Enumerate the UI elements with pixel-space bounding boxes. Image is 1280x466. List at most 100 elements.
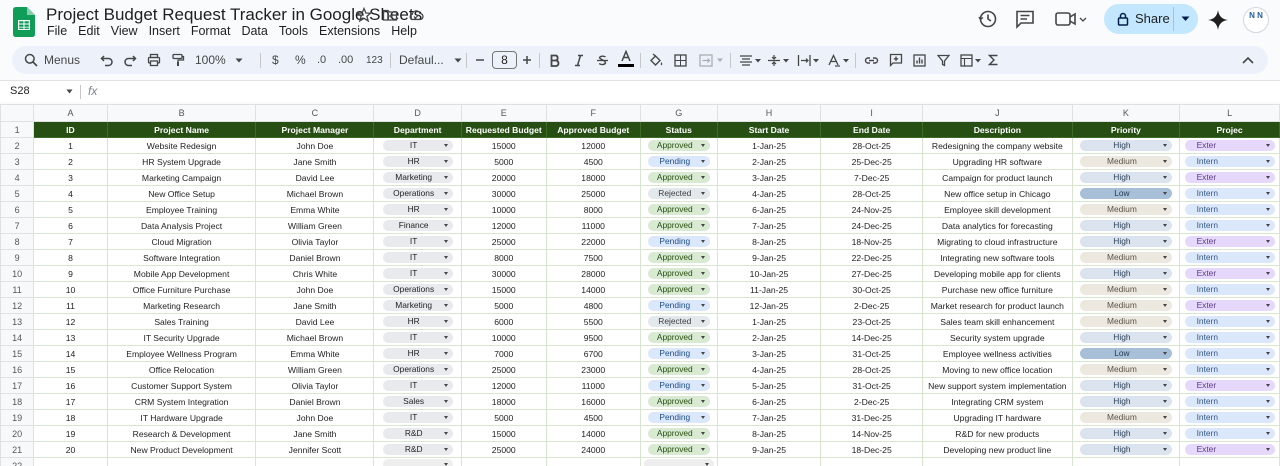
cell[interactable]: 16000 — [545, 393, 641, 410]
cell[interactable]: Approved — [639, 441, 718, 458]
type-dropdown-chip[interactable]: Intern — [1184, 412, 1275, 423]
strikethrough-button[interactable] — [596, 52, 609, 68]
row-header[interactable]: 19 — [0, 409, 35, 426]
column-header-i[interactable]: I — [820, 104, 923, 122]
cell[interactable]: Approved — [639, 281, 718, 298]
cell[interactable]: IT — [373, 137, 462, 154]
cell[interactable]: John Doe — [255, 137, 375, 154]
column-header-d[interactable]: D — [373, 104, 462, 122]
cell[interactable]: 5500 — [545, 313, 641, 330]
cell[interactable]: CRM System Integration — [106, 393, 257, 410]
priority-dropdown-chip[interactable]: High — [1079, 396, 1172, 407]
row-header[interactable]: 16 — [0, 361, 35, 378]
font-select[interactable]: Defaul... — [399, 52, 462, 68]
cell[interactable]: 2-Jan-25 — [716, 329, 822, 346]
cell[interactable]: 7 — [33, 233, 108, 250]
cell[interactable]: IT Security Upgrade — [106, 329, 257, 346]
zoom-select[interactable]: 100% — [195, 52, 243, 68]
text-color-button[interactable] — [618, 50, 634, 70]
cell[interactable]: High — [1071, 441, 1181, 458]
cell[interactable]: High — [1071, 265, 1181, 282]
cell[interactable]: Intern — [1179, 249, 1280, 266]
status-dropdown-chip[interactable]: Approved — [647, 252, 710, 263]
row-header[interactable]: 14 — [0, 329, 35, 346]
menu-tools[interactable]: Tools — [278, 24, 314, 38]
name-box[interactable]: S28 — [10, 85, 30, 97]
cell[interactable]: 4800 — [545, 297, 641, 314]
insert-link-button[interactable] — [864, 52, 879, 68]
priority-dropdown-chip[interactable]: Medium — [1079, 156, 1172, 167]
header-cell[interactable]: Requested Budget — [460, 121, 547, 138]
cell[interactable]: IT — [373, 249, 462, 266]
cell[interactable]: 30000 — [460, 185, 547, 202]
cell[interactable]: 9-Jan-25 — [716, 441, 822, 458]
cell[interactable] — [1071, 457, 1181, 466]
fill-color-button[interactable] — [649, 52, 664, 68]
cell[interactable]: 12000 — [460, 377, 547, 394]
share-button[interactable]: Share — [1104, 4, 1198, 34]
type-dropdown-chip[interactable]: Exter — [1184, 268, 1275, 279]
cell[interactable]: 2-Dec-25 — [820, 297, 923, 314]
dept-dropdown-chip[interactable]: HR — [382, 156, 453, 167]
borders-button[interactable] — [674, 52, 687, 68]
cell[interactable]: 1-Jan-25 — [716, 137, 822, 154]
cell[interactable] — [716, 457, 822, 466]
cell[interactable]: Intern — [1179, 313, 1280, 330]
type-dropdown-chip[interactable]: Intern — [1184, 332, 1275, 343]
status-dropdown-chip[interactable]: Approved — [647, 268, 710, 279]
cell[interactable]: 31-Dec-25 — [820, 409, 923, 426]
insert-comment-button[interactable] — [889, 52, 903, 68]
dept-dropdown-chip[interactable]: Finance — [382, 220, 453, 231]
cell[interactable]: Developing mobile app for clients — [922, 265, 1073, 282]
vertical-align-button[interactable] — [767, 52, 791, 68]
cell[interactable]: Emma White — [255, 345, 375, 362]
cell[interactable]: 3-Jan-25 — [716, 169, 822, 186]
menu-help[interactable]: Help — [390, 24, 423, 38]
text-rotation-button[interactable] — [827, 52, 851, 68]
cell[interactable]: Upgrading IT hardware — [922, 409, 1073, 426]
cell[interactable]: Pending — [639, 233, 718, 250]
cell[interactable]: HR — [373, 313, 462, 330]
cell[interactable]: Security system upgrade — [922, 329, 1073, 346]
cell[interactable]: Approved — [639, 265, 718, 282]
cell[interactable]: Medium — [1071, 153, 1181, 170]
row-header[interactable]: 20 — [0, 425, 35, 442]
cell[interactable]: 5000 — [460, 409, 547, 426]
cell[interactable]: Intern — [1179, 217, 1280, 234]
status-dropdown-chip[interactable]: Approved — [647, 172, 710, 183]
cell[interactable]: Integrating CRM system — [922, 393, 1073, 410]
priority-dropdown-chip[interactable]: High — [1079, 380, 1172, 391]
row-header[interactable]: 8 — [0, 233, 35, 250]
dept-dropdown-chip[interactable]: R&D — [382, 428, 453, 439]
dept-dropdown-chip[interactable]: IT — [382, 252, 453, 263]
cell[interactable]: 5 — [33, 201, 108, 218]
cell[interactable]: Medium — [1071, 313, 1181, 330]
cell[interactable]: IT — [373, 377, 462, 394]
cell[interactable]: Jane Smith — [255, 425, 375, 442]
header-cell[interactable]: Project Manager — [255, 121, 375, 138]
menus-search[interactable]: Menus — [24, 52, 80, 68]
cell[interactable]: 19 — [33, 425, 108, 442]
cell[interactable]: 24000 — [545, 441, 641, 458]
column-header-g[interactable]: G — [639, 104, 718, 122]
priority-dropdown-chip[interactable]: High — [1079, 428, 1172, 439]
select-all-corner[interactable] — [0, 104, 35, 122]
dept-dropdown-chip[interactable]: Operations — [382, 364, 453, 375]
type-dropdown-chip[interactable]: Intern — [1184, 428, 1275, 439]
cell[interactable]: Purchase new office furniture — [922, 281, 1073, 298]
status-dropdown-chip[interactable]: Approved — [647, 428, 710, 439]
cell[interactable]: Intern — [1179, 345, 1280, 362]
cell[interactable]: IT — [373, 265, 462, 282]
cell[interactable]: Intern — [1179, 393, 1280, 410]
cell[interactable]: 22-Dec-25 — [820, 249, 923, 266]
row-header[interactable]: 21 — [0, 441, 35, 458]
filter-button[interactable] — [937, 52, 950, 68]
cell[interactable]: 4-Jan-25 — [716, 185, 822, 202]
increase-decimal-button[interactable]: .00 — [338, 52, 353, 68]
cell[interactable]: Chris White — [255, 265, 375, 282]
cell[interactable]: 15000 — [460, 137, 547, 154]
type-dropdown-chip[interactable]: Intern — [1184, 252, 1275, 263]
cell[interactable]: Office Furniture Purchase — [106, 281, 257, 298]
cell[interactable]: 18-Nov-25 — [820, 233, 923, 250]
cell[interactable]: Moving to new office location — [922, 361, 1073, 378]
